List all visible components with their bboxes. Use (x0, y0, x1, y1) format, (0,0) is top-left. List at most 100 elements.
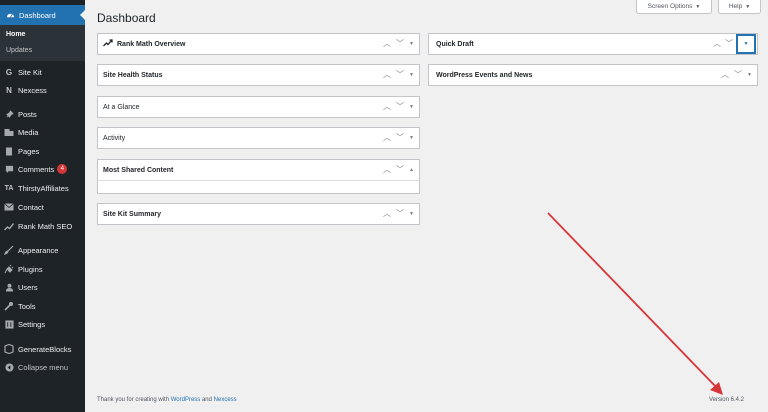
panel-controls: ︿ ﹀ ▼ (383, 65, 414, 85)
ta-icon: TA (4, 184, 14, 192)
move-up-icon[interactable]: ︿ (383, 71, 391, 79)
sidebar-item-rank-math-seo[interactable]: Rank Math SEO (0, 218, 85, 234)
panel-title-text: Quick Draft (436, 40, 474, 48)
toggle-panel-icon[interactable]: ▼ (409, 135, 414, 141)
sidebar-item-label: Settings (18, 319, 46, 329)
sidebar-item-pages[interactable]: Pages (0, 143, 85, 159)
dashboard-icon (5, 10, 15, 20)
sidebar-item-label: GenerateBlocks (18, 344, 72, 354)
wordpress-events-news-panel: WordPress Events and News ︿ ﹀ ▼ (428, 64, 758, 86)
help-label: Help (728, 3, 743, 10)
panel-body (97, 180, 420, 194)
move-up-icon[interactable]: ︿ (383, 40, 391, 48)
chart-icon (4, 221, 14, 231)
sidebar-item-users[interactable]: Users (0, 279, 85, 295)
panel-controls: ︿ ﹀ ▼ (383, 34, 414, 54)
panel-title[interactable]: Most Shared Content (98, 160, 419, 180)
dashboard-submenu: Home Updates (0, 25, 85, 61)
sidebar-item-nexcess[interactable]: N Nexcess (0, 82, 85, 98)
panel-controls: ︿ ﹀ ▼ (383, 204, 414, 224)
panel-title[interactable]: Quick Draft (429, 34, 757, 54)
move-down-icon[interactable]: ﹀ (396, 103, 404, 111)
sidebar-item-plugins[interactable]: Plugins (0, 261, 85, 277)
toggle-panel-icon[interactable]: ▼ (409, 211, 414, 217)
sidebar-item-label: Tools (18, 301, 36, 311)
nexcess-icon: N (6, 85, 12, 95)
sidebar-item-label: Dashboard (19, 10, 56, 20)
sidebar-item-label: Media (18, 127, 39, 137)
sidebar-item-label: Appearance (18, 245, 59, 255)
brush-icon (4, 245, 14, 255)
panel-title[interactable]: Rank Math Overview (98, 34, 419, 54)
sidebar-item-posts[interactable]: Posts (0, 106, 85, 122)
move-down-icon[interactable]: ﹀ (396, 134, 404, 142)
sidebar-item-comments[interactable]: Comments 4 (0, 161, 85, 177)
sidebar-item-dashboard[interactable]: Dashboard (0, 5, 85, 25)
panel-controls: ︿ ﹀ ▼ (383, 97, 414, 117)
settings-icon (4, 319, 14, 329)
toggle-panel-icon[interactable]: ▼ (409, 41, 414, 47)
panel-title-text: Most Shared Content (103, 166, 174, 174)
help-button[interactable]: Help ▼ (718, 0, 761, 14)
move-down-icon[interactable]: ﹀ (725, 40, 733, 48)
move-up-icon[interactable]: ︿ (383, 103, 391, 111)
move-up-icon[interactable]: ︿ (383, 210, 391, 218)
sidebar-item-media[interactable]: Media (0, 124, 85, 140)
media-icon (4, 127, 14, 137)
arrow-head (710, 382, 723, 395)
panel-controls: ︿ ﹀ ▲ (383, 160, 414, 180)
panel-title[interactable]: Site Health Status (98, 65, 419, 85)
wrench-icon (4, 301, 14, 311)
toggle-panel-icon[interactable]: ▼ (409, 72, 414, 78)
screen-options-label: Screen Options (647, 3, 693, 10)
move-down-icon[interactable]: ﹀ (396, 210, 404, 218)
quick-draft-panel: Quick Draft ︿ ﹀ ▼ (428, 33, 758, 55)
pages-icon (4, 146, 14, 156)
panel-title-text: Activity (103, 134, 126, 142)
sidebar-item-generateblocks[interactable]: GenerateBlocks (0, 341, 85, 357)
sidebar-item-label: Site Kit (18, 67, 42, 77)
panel-title[interactable]: Site Kit Summary (98, 204, 419, 224)
wordpress-link[interactable]: WordPress (171, 397, 201, 403)
panel-title-text: Site Kit Summary (103, 210, 161, 218)
move-up-icon[interactable]: ︿ (383, 134, 391, 142)
activity-panel: Activity ︿ ﹀ ▼ (97, 127, 420, 149)
panel-title[interactable]: At a Glance (98, 97, 419, 117)
toggle-panel-icon[interactable]: ▼ (747, 72, 752, 78)
sidebar-item-label: Nexcess (18, 85, 47, 95)
move-down-icon[interactable]: ﹀ (396, 166, 404, 174)
collapse-menu-button[interactable]: Collapse menu (0, 359, 85, 375)
google-icon: G (5, 67, 13, 77)
panel-controls: ︿ ﹀ ▼ (383, 128, 414, 148)
rank-math-icon (103, 39, 113, 49)
move-up-icon[interactable]: ︿ (721, 71, 729, 79)
move-down-icon[interactable]: ﹀ (396, 71, 404, 79)
panel-title[interactable]: WordPress Events and News (429, 65, 757, 85)
sidebar-item-tools[interactable]: Tools (0, 298, 85, 314)
blocks-icon (4, 344, 14, 354)
sidebar-item-contact[interactable]: Contact (0, 199, 85, 215)
admin-sidebar: Dashboard Home Updates G Site Kit N Nexc… (0, 0, 85, 412)
sidebar-item-settings[interactable]: Settings (0, 316, 85, 332)
mail-icon (4, 202, 14, 212)
at-a-glance-panel: At a Glance ︿ ﹀ ▼ (97, 96, 420, 118)
move-down-icon[interactable]: ﹀ (396, 40, 404, 48)
move-down-icon[interactable]: ﹀ (734, 71, 742, 79)
move-up-icon[interactable]: ︿ (383, 166, 391, 174)
sidebar-item-label: Comments (18, 164, 55, 174)
panel-title-text: WordPress Events and News (436, 71, 533, 79)
sidebar-item-site-kit[interactable]: G Site Kit (0, 64, 85, 80)
sidebar-item-appearance[interactable]: Appearance (0, 242, 85, 258)
screen-options-button[interactable]: Screen Options ▼ (636, 0, 712, 14)
submenu-updates[interactable]: Updates (6, 47, 32, 54)
move-up-icon[interactable]: ︿ (713, 40, 721, 48)
panel-title[interactable]: Activity (98, 128, 419, 148)
sidebar-item-thirstyaffiliates[interactable]: TA ThirstyAffiliates (0, 180, 85, 196)
toggle-panel-icon[interactable]: ▲ (409, 167, 414, 173)
panel-title-text: At a Glance (103, 103, 140, 111)
toggle-panel-icon[interactable]: ▼ (409, 104, 414, 110)
submenu-home[interactable]: Home (6, 31, 25, 38)
nexcess-link[interactable]: Nexcess (214, 397, 237, 403)
toggle-panel-icon[interactable]: ▼ (737, 35, 755, 53)
panel-title-text: Rank Math Overview (117, 40, 186, 48)
